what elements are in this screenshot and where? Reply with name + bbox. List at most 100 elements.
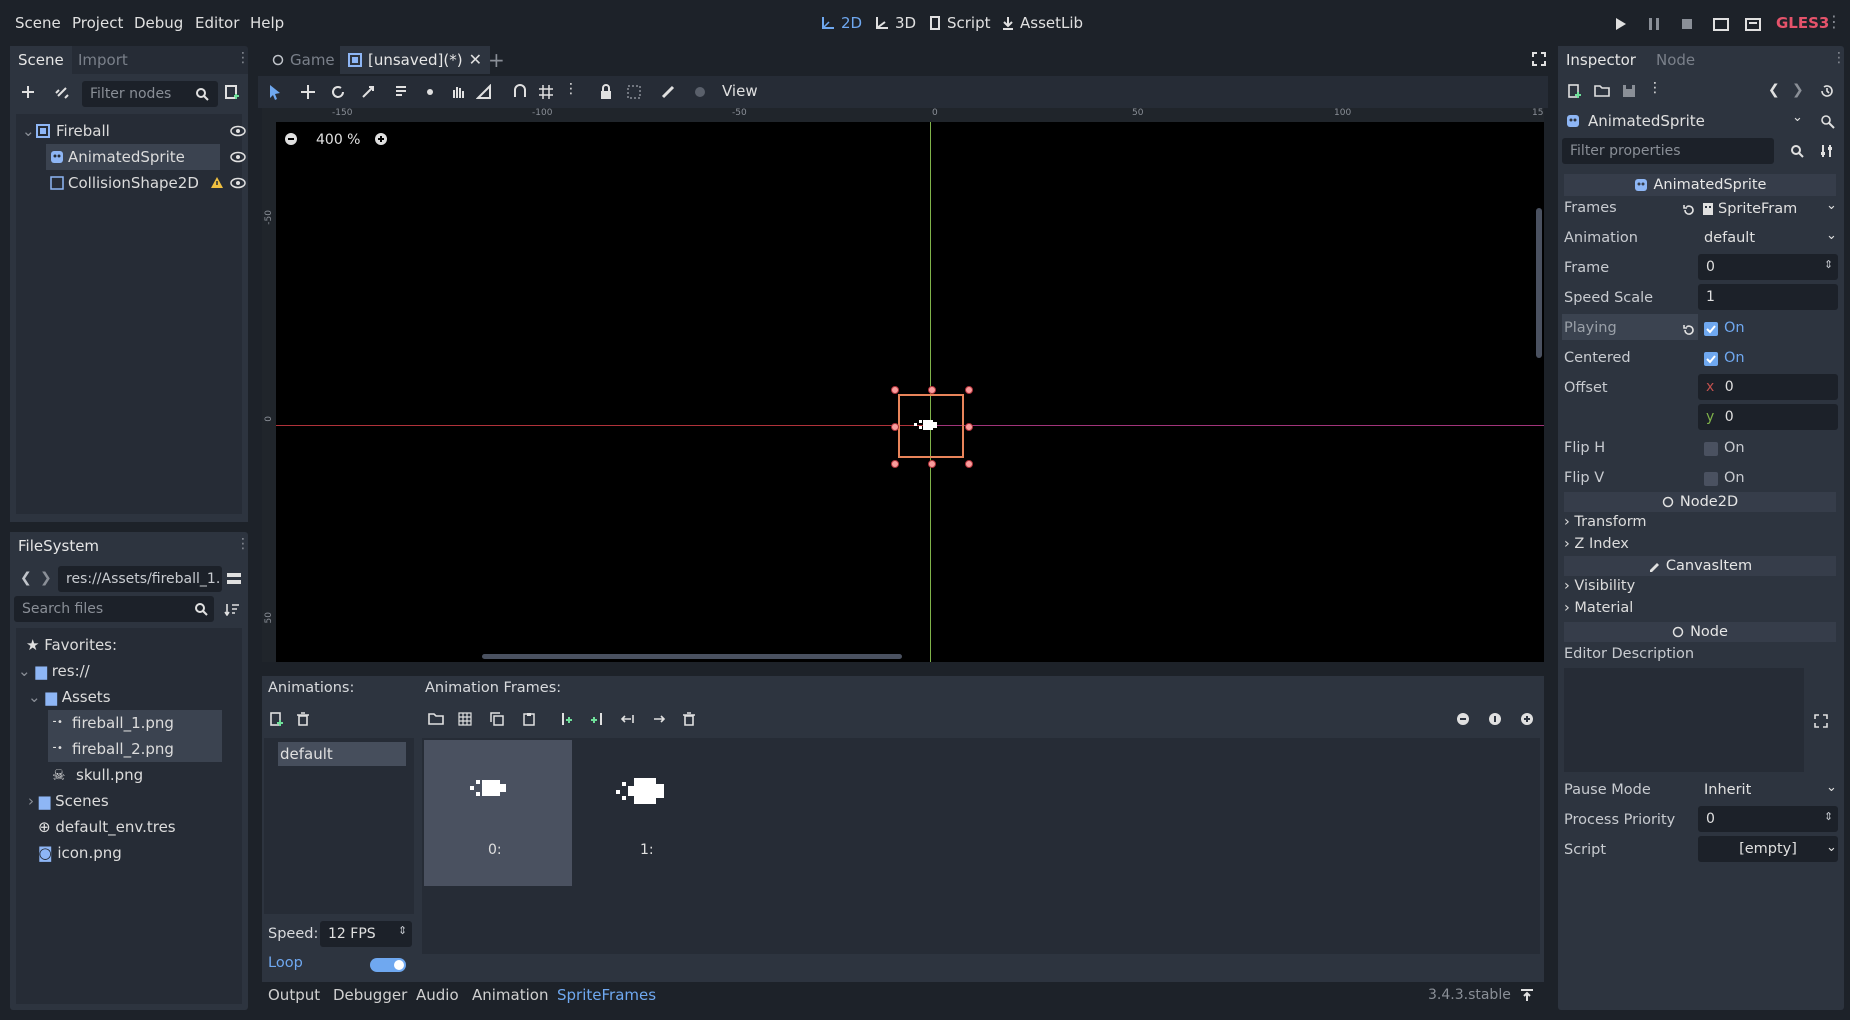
workspace-3d-button[interactable]: 3D (874, 14, 916, 32)
copy-frame-icon[interactable] (490, 712, 504, 726)
prop-flip-v-checkbox[interactable] (1704, 472, 1718, 486)
tools-icon[interactable] (1820, 144, 1834, 158)
paste-frame-icon[interactable] (522, 712, 536, 726)
tab-unsaved[interactable]: [unsaved](*) ✕ (340, 46, 490, 74)
workspace-assetlib-button[interactable]: AssetLib (1001, 14, 1083, 32)
forward-arrow-icon[interactable]: ❯ (40, 570, 52, 586)
play-icon[interactable] (1612, 15, 1630, 33)
zoom-out-icon[interactable] (284, 132, 298, 146)
prop-frames-value[interactable]: SpriteFram (1702, 196, 1838, 222)
back-arrow-icon[interactable]: ❮ (20, 570, 32, 586)
snap-options-icon[interactable]: ⋮ (564, 81, 578, 97)
bone-icon[interactable] (660, 84, 676, 100)
rotate-tool-icon[interactable] (330, 84, 346, 100)
folder-scenes[interactable]: › ▆ Scenes (28, 788, 109, 814)
menu-project[interactable]: Project (72, 14, 123, 32)
move-right-icon[interactable] (652, 712, 668, 726)
view-menu[interactable]: View (722, 82, 758, 100)
menu-help[interactable]: Help (250, 14, 284, 32)
snap-toggle-icon[interactable] (512, 84, 528, 100)
prop-pause-mode-value[interactable]: Inherit (1704, 782, 1751, 798)
prop-offset-x[interactable]: x 0 (1698, 374, 1838, 400)
zoom-in-icon[interactable] (1520, 712, 1534, 726)
dock-menu-icon[interactable]: ⋮ (1832, 50, 1846, 66)
visibility-eye-icon[interactable] (230, 125, 246, 137)
settings-menu-icon[interactable]: ⋮ (1826, 12, 1842, 31)
collapse-arrow-icon[interactable]: ⌄ (22, 118, 35, 144)
prop-offset-y[interactable]: y 0 (1698, 404, 1838, 430)
revert-icon[interactable] (1682, 323, 1696, 337)
tree-node-fireball[interactable]: ⌄ Fireball (16, 118, 246, 144)
lock-icon[interactable] (598, 84, 614, 100)
spinner-arrows-icon[interactable]: ⇕ (1824, 810, 1833, 823)
section-transform[interactable]: › Transform (1564, 514, 1647, 530)
tab-inspector[interactable]: Inspector (1558, 46, 1644, 74)
chevron-down-icon[interactable]: ⌄ (1792, 110, 1803, 125)
split-mode-icon[interactable] (224, 568, 244, 588)
tree-node-collisionshape2d[interactable]: CollisionShape2D (46, 170, 246, 196)
prop-centered-checkbox[interactable] (1704, 352, 1718, 366)
frame-item[interactable]: 1: (574, 740, 722, 886)
add-node-icon[interactable] (18, 82, 38, 102)
chevron-down-icon[interactable]: ⌄ (1826, 780, 1837, 795)
prop-script-value[interactable]: [empty] (1698, 836, 1838, 862)
delete-animation-icon[interactable] (296, 712, 310, 726)
renderer-selector[interactable]: GLES3 (1776, 14, 1829, 32)
new-tab-icon[interactable]: + (488, 48, 505, 72)
tab-node[interactable]: Node (1648, 46, 1703, 74)
camera-override-icon[interactable] (692, 84, 708, 100)
pause-icon[interactable] (1645, 15, 1663, 33)
chevron-down-icon[interactable]: ⌄ (1826, 840, 1837, 855)
revert-icon[interactable] (1682, 203, 1696, 217)
tab-debugger[interactable]: Debugger (333, 986, 407, 1004)
pivot-tool-icon[interactable] (422, 84, 438, 100)
editor-description-textarea[interactable] (1564, 668, 1804, 772)
file-item[interactable]: ⊕ default_env.tres (38, 814, 176, 840)
tab-import[interactable]: Import (70, 46, 136, 74)
spinner-arrows-icon[interactable]: ⇕ (1824, 258, 1833, 271)
insert-empty-after-icon[interactable] (588, 712, 604, 726)
move-tool-icon[interactable] (300, 84, 316, 100)
workspace-2d-button[interactable]: 2D (820, 14, 862, 32)
prop-frame-value[interactable]: 0 (1698, 254, 1838, 280)
tab-audio[interactable]: Audio (416, 986, 459, 1004)
tab-animation[interactable]: Animation (472, 986, 548, 1004)
resource-menu-icon[interactable]: ⋮ (1648, 80, 1662, 96)
path-input[interactable]: res://Assets/fireball_1. (58, 566, 222, 592)
spinner-arrows-icon[interactable]: ⇕ (398, 924, 407, 937)
sprite-sheet-icon[interactable] (458, 712, 472, 726)
tree-node-animatedsprite[interactable]: AnimatedSprite (46, 144, 220, 170)
history-forward-icon[interactable]: ❯ (1792, 82, 1804, 98)
list-select-icon[interactable] (394, 84, 410, 100)
new-resource-icon[interactable] (1568, 84, 1582, 98)
folder-assets[interactable]: ⌄ ▆ Assets (28, 684, 111, 710)
stop-icon[interactable] (1678, 15, 1696, 33)
tab-scene[interactable]: Scene (10, 46, 72, 74)
group-icon[interactable] (626, 84, 642, 100)
tab-spriteframes[interactable]: SpriteFrames (557, 986, 656, 1004)
save-resource-icon[interactable] (1622, 84, 1636, 98)
chevron-down-icon[interactable]: ⌄ (1826, 228, 1837, 243)
prop-speed-scale-value[interactable]: 1 (1698, 284, 1838, 310)
expand-textarea-icon[interactable] (1814, 714, 1828, 728)
object-selector[interactable]: AnimatedSprite (1562, 108, 1806, 134)
new-animation-icon[interactable] (270, 712, 284, 726)
file-item[interactable]: ◙ icon.png (38, 840, 122, 866)
tab-filesystem[interactable]: FileSystem (10, 532, 108, 560)
loop-toggle[interactable] (370, 958, 406, 972)
prop-flip-h-checkbox[interactable] (1704, 442, 1718, 456)
horizontal-scrollbar[interactable] (482, 654, 902, 659)
menu-editor[interactable]: Editor (195, 14, 239, 32)
visibility-eye-icon[interactable] (230, 151, 246, 163)
menu-scene[interactable]: Scene (15, 14, 61, 32)
zoom-reset-icon[interactable] (1488, 712, 1502, 726)
play-custom-scene-icon[interactable] (1744, 15, 1762, 33)
file-item[interactable]: ⁃• fireball_1.png (48, 710, 222, 736)
chevron-down-icon[interactable]: ⌄ (1826, 198, 1837, 213)
section-z-index[interactable]: › Z Index (1564, 536, 1629, 552)
zoom-level[interactable]: 400 % (316, 132, 360, 148)
filter-properties-input[interactable]: Filter properties (1562, 138, 1774, 164)
dock-menu-icon[interactable]: ⋮ (236, 50, 250, 66)
pan-tool-icon[interactable] (450, 84, 466, 100)
load-frames-icon[interactable] (428, 712, 444, 726)
